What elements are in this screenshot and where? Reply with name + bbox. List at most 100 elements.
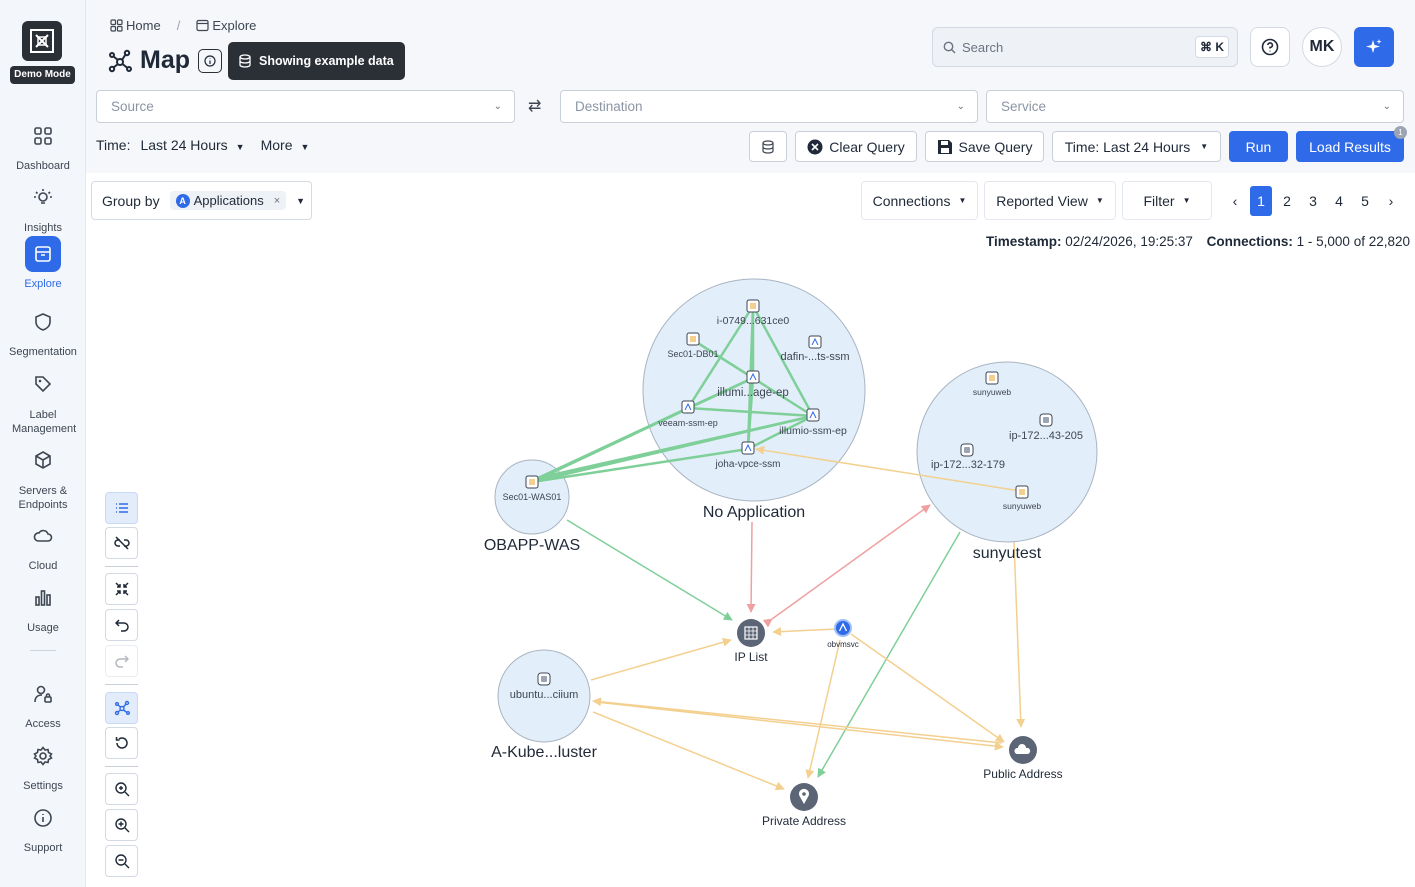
clear-query-button[interactable]: Clear Query bbox=[795, 131, 917, 162]
page-1[interactable]: 1 bbox=[1250, 185, 1272, 216]
collapse-tool[interactable] bbox=[105, 573, 138, 605]
ip-list-node[interactable] bbox=[737, 619, 765, 647]
search-placeholder: Search bbox=[962, 39, 1004, 55]
workload-node-icon[interactable] bbox=[806, 408, 820, 422]
nav-explore[interactable]: Explore bbox=[0, 236, 86, 290]
zoom-fit-tool[interactable] bbox=[105, 773, 138, 805]
nav-segmentation[interactable]: Segmentation bbox=[0, 304, 86, 358]
workload-node-icon[interactable] bbox=[741, 441, 755, 455]
service-select[interactable]: Service ⌄ bbox=[986, 90, 1404, 123]
info-icon bbox=[204, 54, 216, 67]
reset-tool[interactable] bbox=[105, 727, 138, 759]
workload-node-icon[interactable] bbox=[1039, 413, 1053, 427]
undo-tool[interactable] bbox=[105, 609, 138, 641]
page-title: Map bbox=[140, 46, 190, 74]
list-icon bbox=[115, 503, 128, 513]
swap-icon[interactable]: ⇄ bbox=[528, 96, 541, 116]
public-address-node[interactable] bbox=[1009, 736, 1037, 764]
reported-view-dropdown[interactable]: Reported View ▼ bbox=[984, 181, 1116, 220]
workload-node-icon[interactable] bbox=[537, 672, 551, 686]
shield-icon bbox=[25, 304, 61, 340]
nav-insights[interactable]: Insights bbox=[0, 180, 86, 234]
chip-remove-icon[interactable]: × bbox=[274, 195, 280, 207]
run-button[interactable]: Run bbox=[1229, 131, 1288, 162]
caret-down-icon: ▼ bbox=[300, 142, 310, 152]
caret-down-icon[interactable]: ▼ bbox=[296, 196, 305, 206]
nav-dashboard[interactable]: Dashboard bbox=[0, 118, 86, 172]
connections-dropdown[interactable]: Connections ▼ bbox=[861, 181, 978, 220]
redo-tool[interactable] bbox=[105, 645, 138, 677]
list-view-tool[interactable] bbox=[105, 492, 138, 524]
info-button[interactable] bbox=[198, 48, 222, 73]
workload-node-icon[interactable] bbox=[686, 332, 700, 346]
time-dropdown[interactable]: Last 24 Hours ▼ bbox=[140, 137, 244, 153]
group-circle-no-application[interactable] bbox=[642, 278, 866, 502]
bar-chart-icon bbox=[25, 580, 61, 616]
lightbulb-icon bbox=[25, 180, 61, 216]
breadcrumb-home[interactable]: Home bbox=[126, 18, 161, 33]
zoom-in-tool[interactable] bbox=[105, 809, 138, 841]
nav-settings[interactable]: Settings bbox=[0, 738, 86, 792]
nav-label: Dashboard bbox=[16, 160, 70, 172]
timestamp-value: 02/24/2026, 19:25:37 bbox=[1065, 234, 1193, 249]
avatar[interactable]: MK bbox=[1302, 27, 1342, 67]
pagination-next[interactable]: › bbox=[1378, 193, 1404, 209]
page-3[interactable]: 3 bbox=[1300, 193, 1326, 209]
group-circle-sunyutest[interactable] bbox=[916, 361, 1098, 543]
nav-label: Segmentation bbox=[9, 346, 77, 358]
destination-select[interactable]: Destination ⌄ bbox=[560, 90, 978, 123]
group-circle-kube-cluster[interactable] bbox=[497, 649, 591, 743]
app-logo[interactable] bbox=[22, 21, 62, 61]
save-icon bbox=[937, 139, 952, 154]
database-button[interactable] bbox=[749, 131, 787, 162]
workload-label: dafin-...ts-ssm bbox=[780, 351, 849, 363]
workload-label: i-0749...631ce0 bbox=[717, 315, 790, 327]
application-icon: A bbox=[175, 193, 190, 208]
workload-node-icon[interactable] bbox=[525, 475, 539, 489]
search-input[interactable]: Search ⌘ K bbox=[932, 27, 1238, 67]
nav-divider bbox=[30, 650, 56, 651]
help-button[interactable] bbox=[1250, 27, 1290, 67]
group-by-control[interactable]: Group by A Applications × ▼ bbox=[91, 181, 312, 220]
nav-cloud[interactable]: Cloud bbox=[0, 518, 86, 572]
network-layout-tool[interactable] bbox=[105, 692, 138, 724]
obvmsvc-node[interactable] bbox=[834, 619, 852, 637]
filter-dropdown[interactable]: Filter ▼ bbox=[1122, 181, 1212, 220]
nav-access[interactable]: Access bbox=[0, 676, 86, 730]
page-4[interactable]: 4 bbox=[1326, 193, 1352, 209]
nav-label: Settings bbox=[23, 780, 63, 792]
time-range-label: Time: Last 24 Hours bbox=[1064, 138, 1191, 155]
workload-node-icon[interactable] bbox=[681, 400, 695, 414]
save-query-button[interactable]: Save Query bbox=[925, 131, 1044, 162]
group-circle-obapp-was[interactable] bbox=[494, 459, 570, 535]
page-2[interactable]: 2 bbox=[1274, 193, 1300, 209]
ai-assistant-button[interactable] bbox=[1354, 27, 1394, 67]
nav-support[interactable]: Support bbox=[0, 800, 86, 854]
private-address-node[interactable] bbox=[790, 783, 818, 811]
more-label: More bbox=[260, 137, 293, 153]
source-select[interactable]: Source ⌄ bbox=[96, 90, 515, 123]
nav-label-management[interactable]: Label Management bbox=[0, 366, 86, 436]
time-range-button[interactable]: Time: Last 24 Hours ▼ bbox=[1052, 131, 1221, 162]
caret-down-icon: ▼ bbox=[1182, 196, 1191, 205]
nav-servers-endpoints[interactable]: Servers & Endpoints bbox=[0, 442, 86, 512]
nav-usage[interactable]: Usage bbox=[0, 580, 86, 634]
workload-node-icon[interactable] bbox=[985, 371, 999, 385]
workload-label: ip-172...43-205 bbox=[1009, 430, 1083, 442]
zoom-out-tool[interactable] bbox=[105, 845, 138, 877]
group-by-chip[interactable]: A Applications × bbox=[169, 191, 287, 210]
more-dropdown[interactable]: More ▼ bbox=[261, 137, 310, 153]
workload-node-icon[interactable] bbox=[746, 370, 760, 384]
pagination-prev[interactable]: ‹ bbox=[1222, 193, 1248, 209]
page-5[interactable]: 5 bbox=[1352, 193, 1378, 209]
workload-node-icon[interactable] bbox=[808, 335, 822, 349]
hide-links-tool[interactable] bbox=[105, 527, 138, 559]
workload-node-icon[interactable] bbox=[746, 299, 760, 313]
chevron-down-icon: ⌄ bbox=[956, 101, 965, 112]
group-by-chip-label: Applications bbox=[193, 193, 264, 208]
workload-node-icon[interactable] bbox=[960, 443, 974, 457]
load-results-button[interactable]: Load Results bbox=[1296, 131, 1404, 162]
workload-label: Sec01-WAS01 bbox=[503, 492, 562, 502]
nav-label: Access bbox=[25, 718, 61, 730]
workload-node-icon[interactable] bbox=[1015, 485, 1029, 499]
